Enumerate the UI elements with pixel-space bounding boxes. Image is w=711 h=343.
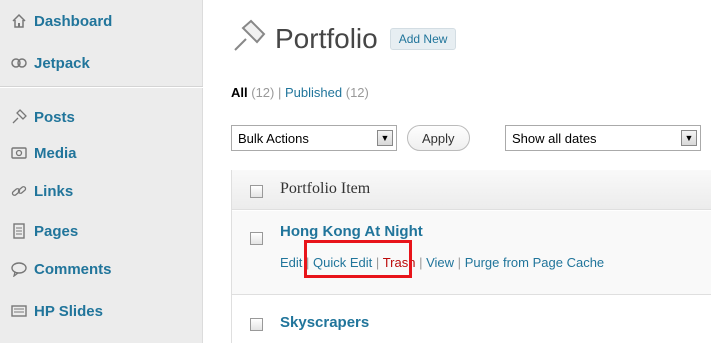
sidebar-item-comments[interactable]: Comments: [0, 260, 203, 278]
dates-filter-value: Show all dates: [512, 130, 597, 146]
apply-button[interactable]: Apply: [407, 125, 470, 151]
action-separator: |: [419, 255, 423, 270]
table-row: Skyscrapers: [232, 296, 711, 343]
page-header: Portfolio Add New: [231, 18, 457, 59]
chevron-down-icon: ▼: [681, 130, 697, 146]
pages-icon: [10, 222, 28, 240]
purge-cache-link[interactable]: Purge from Page Cache: [465, 255, 604, 270]
filter-all-count: (12): [251, 85, 275, 100]
jetpack-icon: [10, 54, 28, 72]
table-header: Portfolio Item: [232, 170, 711, 210]
pushpin-icon: [10, 108, 28, 126]
sidebar-separator-highlight: [0, 87, 203, 88]
sidebar-item-hp-slides[interactable]: HP Slides: [0, 302, 203, 320]
dates-filter-select[interactable]: Show all dates ▼: [505, 125, 701, 151]
media-icon: [10, 144, 28, 162]
view-link[interactable]: View: [426, 255, 454, 270]
add-new-button[interactable]: Add New: [389, 27, 457, 50]
house-icon: [10, 12, 28, 30]
row-checkbox[interactable]: [250, 318, 263, 331]
comments-icon: [10, 260, 28, 278]
admin-sidebar: Dashboard Jetpack Posts Media Links Page…: [0, 0, 203, 343]
filter-all[interactable]: All: [231, 85, 248, 100]
sidebar-item-jetpack[interactable]: Jetpack: [0, 54, 203, 72]
action-separator: |: [457, 255, 462, 270]
sidebar-item-pages[interactable]: Pages: [0, 222, 203, 240]
chevron-down-icon: ▼: [377, 130, 393, 146]
sidebar-item-links[interactable]: Links: [0, 182, 203, 200]
page-title: Portfolio: [275, 22, 378, 54]
select-all-checkbox[interactable]: [250, 185, 263, 198]
filter-published-count: (12): [345, 85, 369, 100]
portfolio-table: Portfolio Item Hong Kong At Night Edit |…: [231, 170, 711, 343]
bulk-actions-select[interactable]: Bulk Actions ▼: [231, 125, 397, 151]
sidebar-item-dashboard[interactable]: Dashboard: [0, 12, 203, 30]
row-checkbox[interactable]: [250, 232, 263, 245]
column-header-portfolio-item[interactable]: Portfolio Item: [280, 180, 370, 198]
links-icon: [10, 182, 28, 200]
sidebar-item-media[interactable]: Media: [0, 144, 203, 162]
edit-link[interactable]: Edit: [280, 255, 302, 270]
pushpin-icon: [231, 18, 267, 59]
sidebar-item-posts[interactable]: Posts: [0, 108, 203, 126]
row-title-link[interactable]: Skyscrapers: [280, 314, 369, 331]
slides-icon: [10, 302, 28, 320]
bulk-actions-value: Bulk Actions: [238, 130, 309, 146]
status-filters: All (12) | Published (12): [231, 85, 369, 100]
quick-edit-highlight-box: [304, 240, 412, 278]
row-title-link[interactable]: Hong Kong At Night: [280, 223, 423, 240]
filter-separator: |: [278, 85, 282, 100]
filter-published[interactable]: Published: [285, 85, 342, 100]
